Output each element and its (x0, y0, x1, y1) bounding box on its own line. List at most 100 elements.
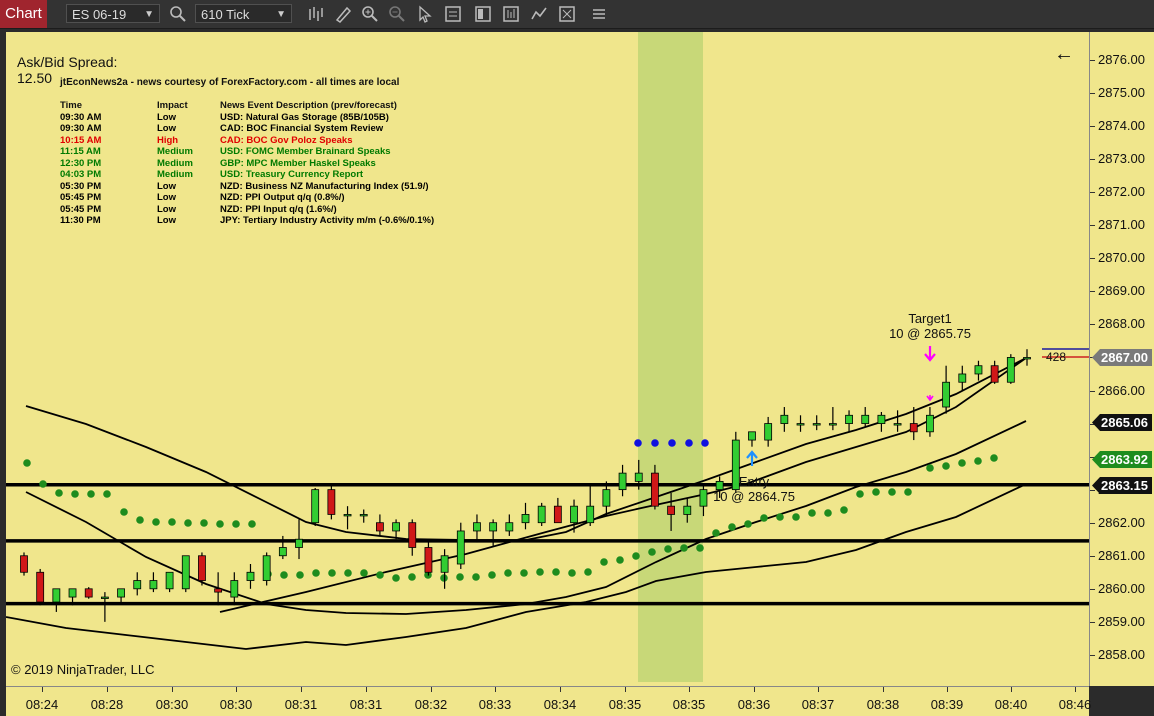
price-tick (1090, 522, 1095, 524)
price-tick (1090, 126, 1095, 128)
price-axis[interactable]: 2876.00 2875.00 2874.00 2873.00 2872.00 2871.… (1089, 32, 1154, 686)
candle-body (796, 423, 805, 426)
trend-dot (958, 459, 966, 467)
news-header-desc: News Event Description (prev/forecast) (220, 100, 397, 111)
candle-body (1006, 357, 1015, 383)
candle-body (456, 530, 465, 565)
candle-body (489, 522, 498, 532)
zoom-in-icon[interactable] (360, 4, 380, 24)
time-tick (107, 687, 108, 692)
trend-dot (168, 518, 176, 526)
time-tick (42, 687, 43, 692)
news-desc: JPY: Tertiary Industry Activity m/m (-0.… (220, 215, 435, 226)
interval-selector[interactable]: 610 Tick ▼ (195, 4, 292, 23)
templates-icon[interactable] (557, 4, 577, 24)
properties-icon[interactable] (589, 4, 609, 24)
data-box-icon[interactable] (443, 4, 463, 24)
candle-body (295, 538, 303, 548)
trend-dot (184, 519, 192, 527)
price-marker: 2867.00 (1092, 349, 1152, 366)
candle-body (278, 547, 287, 557)
time-tick (495, 687, 496, 692)
candle-body (230, 580, 239, 598)
trend-dot (840, 506, 848, 514)
price-tick (1090, 225, 1095, 227)
trend-dot (328, 569, 336, 577)
price-tick (1090, 654, 1095, 656)
candle-body (845, 414, 853, 424)
target-annotation: Target1 10 @ 2865.75 (878, 311, 982, 341)
candle-body (424, 547, 433, 573)
signal-dot (701, 439, 709, 447)
chart-panel[interactable]: Ask/Bid Spread: 12.50 jtEconNews2a - new… (6, 32, 1089, 686)
bar-type-icon[interactable] (306, 4, 326, 24)
time-label: 08:24 (25, 697, 59, 712)
time-tick (883, 687, 884, 692)
instrument-selector[interactable]: ES 06-19 ▼ (66, 4, 160, 23)
time-tick (1011, 687, 1012, 692)
strategies-icon[interactable] (501, 4, 521, 24)
candle-body (942, 381, 951, 408)
trend-dot (632, 552, 640, 560)
drawing-tool-icon[interactable] (333, 4, 353, 24)
news-desc: GBP: MPC Member Haskel Speaks (220, 157, 376, 169)
trend-dot (23, 459, 31, 467)
price-tick (1090, 291, 1095, 293)
candle-body (877, 414, 886, 424)
news-time: 12:30 PM (60, 157, 102, 169)
candle-body (376, 522, 384, 532)
time-label: 08:46 (1058, 697, 1092, 712)
pointer-icon[interactable] (415, 4, 435, 24)
signal-dot (685, 439, 693, 447)
candle-body (780, 414, 789, 424)
candle-body (68, 588, 77, 598)
candle-body (36, 571, 45, 603)
trend-dot (87, 490, 95, 498)
trend-dot (136, 516, 144, 524)
candle-body (974, 365, 983, 375)
time-label: 08:38 (866, 697, 900, 712)
trend-dot (216, 520, 224, 528)
spread-label: Ask/Bid Spread: (17, 54, 118, 70)
candle-body (909, 423, 918, 433)
time-axis[interactable]: 08:24 08:28 08:30 08:30 08:31 08:31 08:32 08:33… (6, 686, 1092, 716)
trend-dot (888, 488, 896, 496)
trend-dot (696, 544, 704, 552)
news-impact: Low (157, 123, 176, 134)
copyright-text: © 2019 NinjaTrader, LLC (11, 662, 155, 677)
news-impact: Low (157, 215, 176, 226)
chart-trader-icon[interactable] (473, 4, 493, 24)
trend-dot (856, 490, 864, 498)
news-desc: USD: Natural Gas Storage (85B/105B) (220, 111, 389, 123)
candle-body (100, 596, 109, 599)
entry-detail: 10 @ 2864.75 (713, 489, 795, 504)
zoom-out-icon[interactable] (387, 4, 407, 24)
time-tick (236, 687, 237, 692)
trend-dot (904, 488, 912, 496)
time-label: 08:40 (994, 697, 1028, 712)
price-label: 2866.00 (1098, 382, 1145, 398)
candle-body (602, 489, 611, 507)
time-tick (689, 687, 690, 692)
news-desc: USD: Treasury Currency Report (220, 169, 364, 180)
back-arrow-icon[interactable]: ← (1054, 43, 1074, 66)
candle-body (392, 522, 400, 532)
tab-chart[interactable]: Chart (0, 0, 47, 28)
candle-body (165, 571, 174, 590)
time-label: 08:33 (478, 697, 512, 712)
signal-dot (651, 439, 659, 447)
time-label: 08:30 (219, 697, 253, 712)
time-label: 08:39 (930, 697, 964, 712)
candle-body (521, 514, 530, 524)
price-label: 2862.00 (1098, 514, 1145, 530)
price-tick (1090, 324, 1095, 326)
band-lower-line (6, 483, 1027, 650)
indicators-icon[interactable] (529, 4, 549, 24)
candle-body (133, 580, 142, 590)
news-time: 05:45 PM (60, 203, 102, 215)
news-time: 11:30 PM (60, 215, 101, 226)
news-desc: USD: FOMC Member Brainard Speaks (220, 146, 391, 157)
search-icon[interactable] (168, 4, 188, 24)
instrument-value: ES 06-19 (72, 7, 127, 22)
trend-dot (808, 509, 816, 517)
